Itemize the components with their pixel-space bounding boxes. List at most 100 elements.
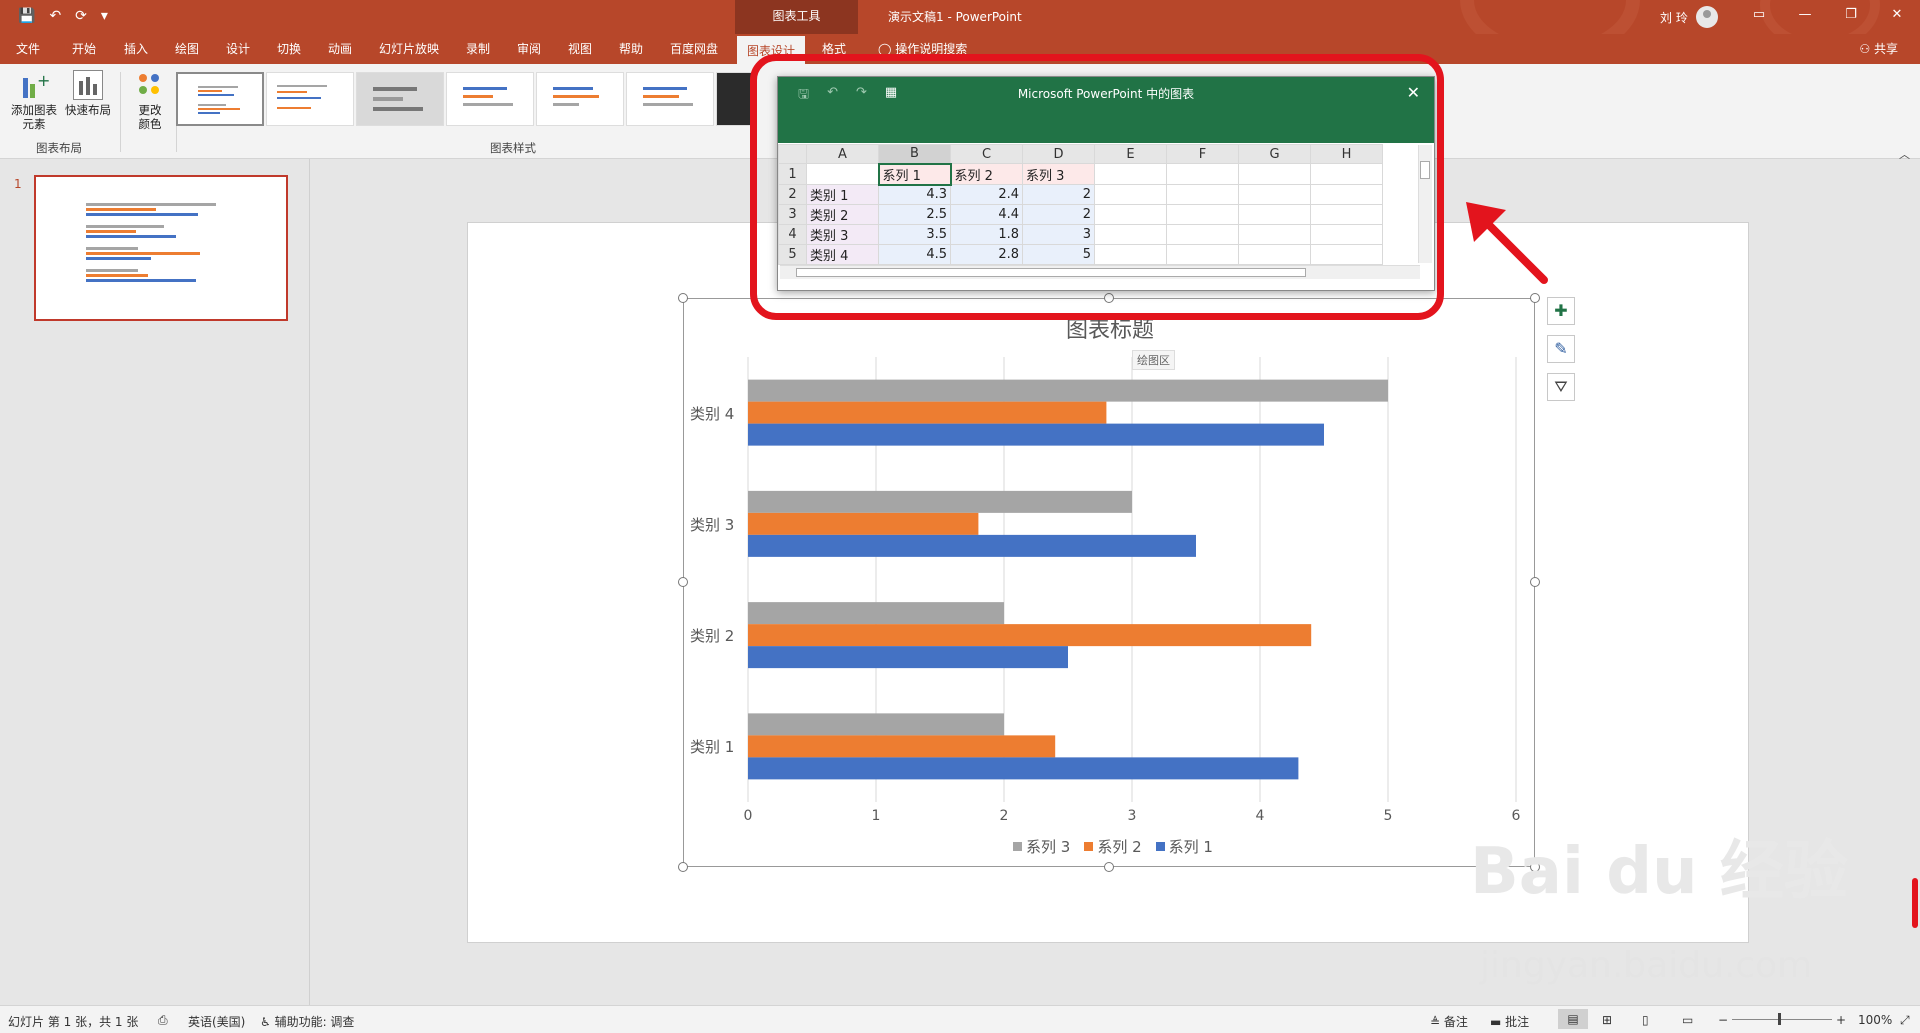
resize-handle[interactable]	[678, 293, 688, 303]
status-bar: 幻灯片 第 1 张，共 1 张 ⎙ 英语(美国) ♿ 辅助功能: 调查 ≜ 备注…	[0, 1005, 1920, 1033]
tab-transitions[interactable]: 切换	[277, 40, 301, 57]
plot-area-tooltip: 绘图区	[1132, 350, 1175, 370]
zoom-slider[interactable]	[1732, 1019, 1832, 1020]
change-colors-button[interactable]: 更改 颜色	[130, 70, 170, 131]
tab-slideshow[interactable]: 幻灯片放映	[379, 40, 439, 57]
chart-style-5[interactable]	[536, 72, 624, 126]
zoom-level[interactable]: 100%	[1858, 1013, 1892, 1027]
language-status[interactable]: 英语(美国)	[188, 1013, 245, 1030]
chart-filter-icon[interactable]: ⛛	[1547, 373, 1575, 401]
close-icon[interactable]: ✕	[1874, 0, 1920, 32]
restore-icon[interactable]: ❐	[1828, 0, 1874, 32]
x-axis-tick-label: 3	[1127, 808, 1137, 824]
normal-view-icon[interactable]: ▤	[1558, 1009, 1588, 1029]
comments-button[interactable]: ▬ 批注	[1490, 1013, 1529, 1030]
window-controls: ▭ — ❐ ✕	[1736, 0, 1920, 32]
document-title: 演示文稿1 - PowerPoint	[888, 10, 1022, 24]
tab-help[interactable]: 帮助	[619, 40, 643, 57]
fit-to-window-icon[interactable]: ⤢	[1900, 1013, 1910, 1028]
quick-access-toolbar: 💾 ↶ ⟳ ▾	[18, 8, 108, 24]
customize-qat-icon[interactable]: ▾	[101, 8, 108, 24]
tab-baidu-netdisk[interactable]: 百度网盘	[670, 40, 718, 57]
legend-swatch	[1013, 842, 1022, 851]
add-chart-element-button[interactable]: + 添加图表 元素	[8, 70, 60, 132]
ribbon-display-icon[interactable]: ▭	[1736, 0, 1782, 32]
notes-button[interactable]: ≜ 备注	[1430, 1013, 1468, 1030]
x-axis-tick-label: 5	[1383, 808, 1393, 824]
x-axis-tick-label: 4	[1255, 808, 1265, 824]
zoom-out-icon[interactable]: −	[1718, 1013, 1728, 1027]
tab-animations[interactable]: 动画	[328, 40, 352, 57]
slideshow-icon[interactable]: ▭	[1682, 1013, 1693, 1027]
resize-handle[interactable]	[1104, 862, 1114, 872]
accessibility-icon: ♿	[260, 1015, 275, 1029]
avatar[interactable]	[1695, 6, 1718, 28]
tab-draw[interactable]: 绘图	[175, 40, 199, 57]
minimize-icon[interactable]: —	[1782, 0, 1828, 32]
group-label-chart-layouts: 图表布局	[36, 141, 82, 155]
reading-view-icon[interactable]: ▯	[1642, 1013, 1649, 1027]
chart-style-6[interactable]	[626, 72, 714, 126]
annotation-arrow	[1466, 202, 1548, 284]
resize-handle[interactable]	[678, 577, 688, 587]
save-icon[interactable]: 💾	[18, 8, 35, 24]
chart-styles-brush-icon[interactable]: ✎	[1547, 335, 1575, 363]
zoom-slider-thumb[interactable]	[1778, 1013, 1781, 1025]
chart-style-4[interactable]	[446, 72, 534, 126]
add-chart-element-icon: +	[19, 70, 50, 100]
category-label: 类别 2	[690, 627, 735, 646]
undo-icon[interactable]: ↶	[49, 8, 61, 24]
chart-style-3[interactable]	[356, 72, 444, 126]
chart-elements-plus-icon[interactable]: ✚	[1547, 297, 1575, 325]
chart-tools-context-label: 图表工具	[735, 0, 858, 34]
quick-layout-button[interactable]: 快速布局	[62, 70, 114, 117]
quick-layout-icon	[73, 70, 103, 100]
group-label-chart-styles: 图表样式	[490, 141, 536, 155]
baidu-watermark: Bai du 经验	[1470, 835, 1848, 909]
redo-icon[interactable]: ⟳	[75, 8, 87, 24]
highlight-box	[750, 54, 1444, 320]
tab-review[interactable]: 审阅	[517, 40, 541, 57]
legend-swatch	[1155, 842, 1165, 851]
accessibility-status[interactable]: ♿ 辅助功能: 调查	[260, 1013, 354, 1030]
chart-style-2[interactable]	[266, 72, 354, 126]
chart-legend[interactable]: 系列 3 系列 2 系列 1	[1013, 836, 1213, 857]
resize-handle[interactable]	[1530, 293, 1540, 303]
tab-home[interactable]: 开始	[72, 40, 96, 57]
spelling-icon[interactable]: ⎙	[158, 1013, 168, 1028]
resize-handle[interactable]	[1530, 577, 1540, 587]
scroll-indicator	[1912, 878, 1918, 928]
slide-thumbnail-preview	[86, 203, 216, 282]
legend-swatch	[1084, 842, 1094, 851]
tab-record[interactable]: 录制	[466, 40, 490, 57]
legend-item: 系列 3	[1013, 836, 1070, 857]
tab-file[interactable]: 文件	[16, 40, 40, 57]
legend-item: 系列 2	[1084, 836, 1142, 857]
palette-icon	[135, 70, 165, 100]
tab-insert[interactable]: 插入	[124, 40, 148, 57]
title-bar: 💾 ↶ ⟳ ▾ 图表工具 演示文稿1 - PowerPoint 刘 玲 ▭ — …	[0, 0, 1920, 60]
divider	[120, 72, 121, 152]
slide-info[interactable]: 幻灯片 第 1 张，共 1 张	[8, 1013, 138, 1030]
slide-number: 1	[14, 177, 22, 191]
x-axis-tick-label: 0	[743, 808, 753, 824]
category-label: 类别 4	[690, 404, 735, 423]
x-axis-tick-label: 1	[871, 808, 881, 824]
tab-design[interactable]: 设计	[226, 40, 250, 57]
slide-thumbnail-pane: 1	[0, 159, 310, 1005]
legend-item: 系列 1	[1155, 836, 1213, 857]
share-icon: ⚇	[1859, 42, 1874, 56]
watermark-url: jingyan.baidu.com	[1480, 945, 1813, 986]
notes-icon: ≜	[1430, 1015, 1444, 1029]
share-button[interactable]: ⚇ 共享	[1859, 40, 1898, 57]
chart-style-1[interactable]	[176, 72, 264, 126]
resize-handle[interactable]	[678, 862, 688, 872]
chart-object[interactable]	[683, 298, 1535, 867]
user-account[interactable]: 刘 玲	[1660, 6, 1718, 28]
category-label: 类别 3	[690, 515, 735, 534]
slide-thumbnail[interactable]	[34, 175, 288, 321]
slide-sorter-icon[interactable]: ⊞	[1602, 1013, 1612, 1027]
tab-view[interactable]: 视图	[568, 40, 592, 57]
zoom-in-icon[interactable]: +	[1836, 1013, 1846, 1027]
x-axis-tick-label: 2	[999, 808, 1009, 824]
